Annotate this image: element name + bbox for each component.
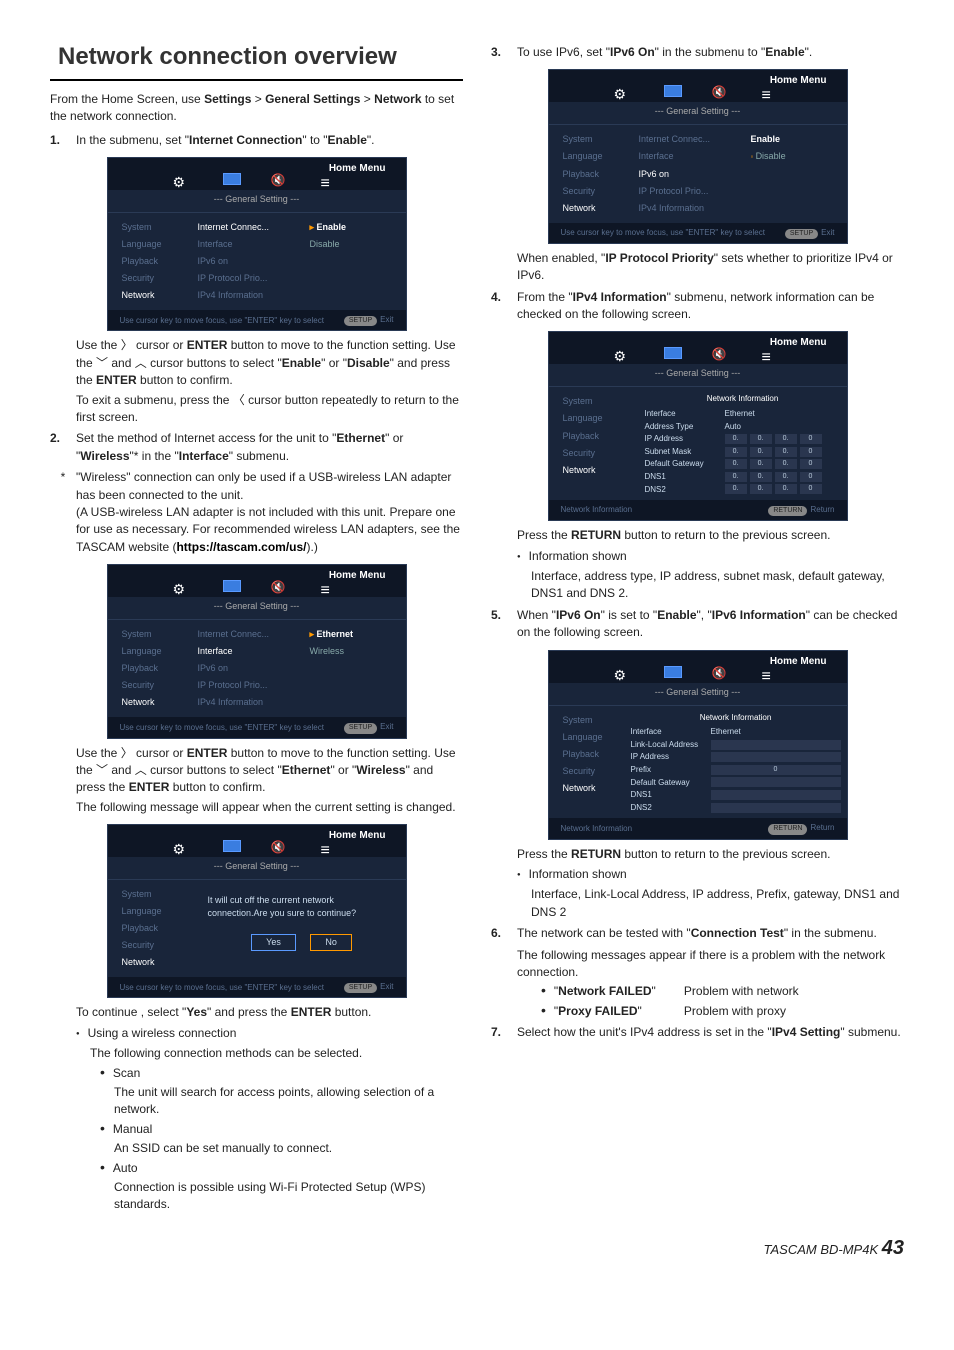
step-1: 1. In the submenu, set "Internet Connect… xyxy=(50,132,463,149)
tascam-link[interactable]: https://tascam.com/us/ xyxy=(176,540,306,554)
screenshot-internet-connection: Home Menu --- General Setting --- System… xyxy=(107,157,407,331)
sound-icon xyxy=(712,346,732,360)
monitor-icon xyxy=(223,840,241,852)
asterisk-note: * "Wireless" connection can only be used… xyxy=(50,469,463,556)
page-footer: TASCAM BD-MP4K 43 xyxy=(50,1234,904,1263)
gear-icon xyxy=(614,665,634,679)
sound-icon xyxy=(271,172,291,186)
wireless-heading: Using a wireless connection xyxy=(76,1025,463,1042)
screenshot-confirm: Home Menu --- General Setting --- System… xyxy=(107,824,407,998)
monitor-icon xyxy=(664,347,682,359)
submenu: Internet Connec... Interface IPv6 on IP … xyxy=(198,213,298,310)
no-button[interactable]: No xyxy=(310,934,352,951)
sound-icon xyxy=(712,84,732,98)
yes-button[interactable]: Yes xyxy=(251,934,296,951)
step-7: 7. Select how the unit's IPv4 address is… xyxy=(491,1024,904,1041)
gear-icon xyxy=(173,839,193,853)
monitor-icon xyxy=(664,85,682,97)
confirm-dialog: It will cut off the current network conn… xyxy=(198,880,406,977)
monitor-icon xyxy=(223,173,241,185)
monitor-icon xyxy=(223,580,241,592)
step-4: 4. From the "IPv4 Information" submenu, … xyxy=(491,289,904,324)
sound-icon xyxy=(712,665,732,679)
gear-icon xyxy=(173,579,193,593)
screenshot-ipv4-info: Home Menu --- General Setting --- System… xyxy=(548,331,848,521)
sound-icon xyxy=(271,579,291,593)
intro: From the Home Screen, use Settings > Gen… xyxy=(50,91,463,126)
gear-icon xyxy=(173,172,193,186)
screenshot-ipv6on: Home Menu --- General Setting --- System… xyxy=(548,69,848,243)
screenshot-interface: Home Menu --- General Setting --- System… xyxy=(107,564,407,738)
gear-icon xyxy=(614,84,634,98)
gear-icon xyxy=(614,346,634,360)
step-2: 2. Set the method of Internet access for… xyxy=(50,430,463,465)
step1-hint: Use the 〉 cursor or ENTER button to move… xyxy=(76,337,463,389)
sidebar: System Language Playback Security Networ… xyxy=(108,213,198,310)
step-5: 5. When "IPv6 On" is set to "Enable", "I… xyxy=(491,607,904,642)
step-6: 6. The network can be tested with "Conne… xyxy=(491,925,904,942)
screenshot-ipv6-info: Home Menu --- General Setting --- System… xyxy=(548,650,848,840)
monitor-icon xyxy=(664,666,682,678)
sound-icon xyxy=(271,839,291,853)
options: Enable Disable xyxy=(298,213,406,310)
page-title: Network connection overview xyxy=(50,40,463,81)
step-3: 3. To use IPv6, set "IPv6 On" in the sub… xyxy=(491,44,904,61)
